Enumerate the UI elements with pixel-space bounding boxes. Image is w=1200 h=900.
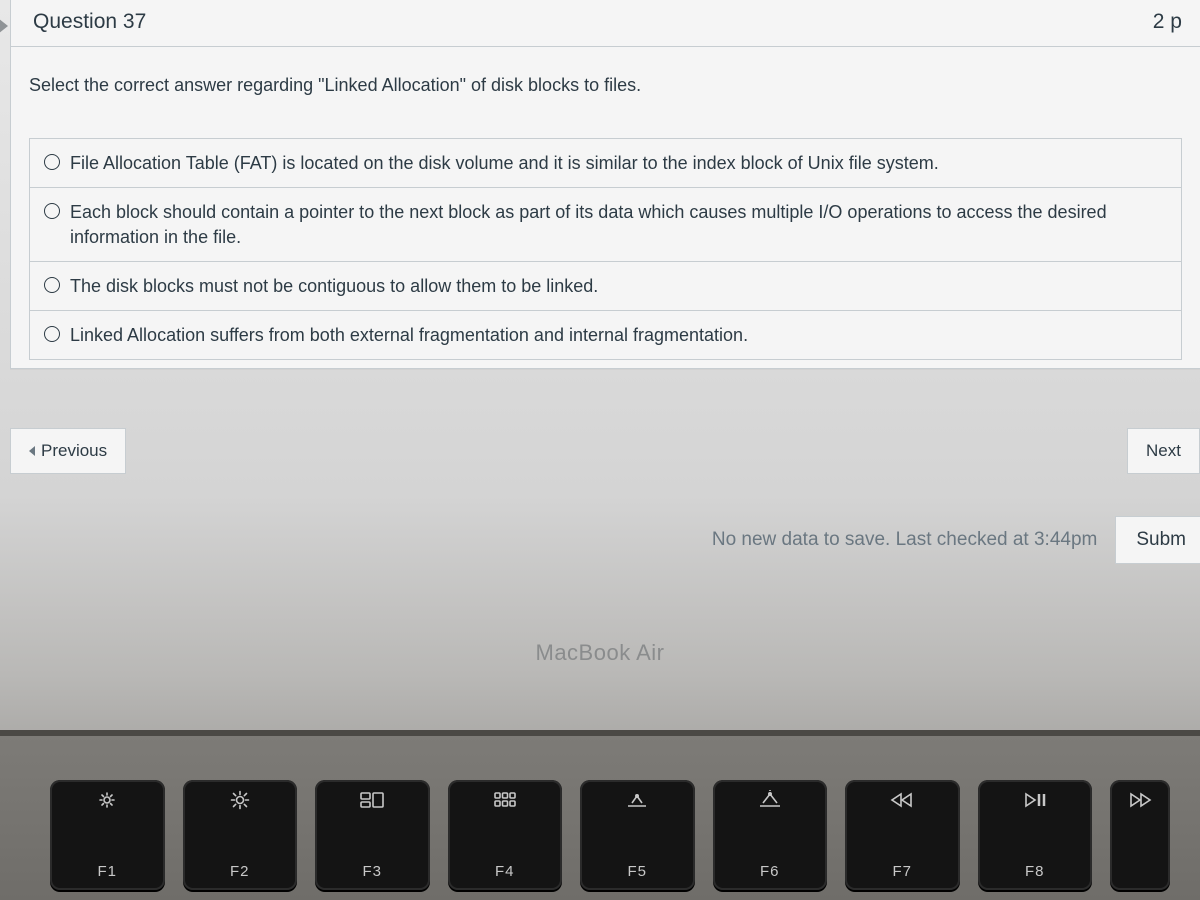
chevron-left-icon xyxy=(29,446,35,456)
keyboard-bright-icon xyxy=(713,790,828,814)
question-prompt: Select the correct answer regarding "Lin… xyxy=(29,75,1182,96)
question-number: Question 37 xyxy=(33,10,146,34)
rewind-icon xyxy=(845,790,960,814)
answer-text: Each block should contain a pointer to t… xyxy=(70,200,1167,249)
previous-label: Previous xyxy=(41,441,107,461)
keyboard-function-row: F1 F2 F3 F4 F5 F6 F7 xyxy=(0,730,1200,900)
answer-text: Linked Allocation suffers from both exte… xyxy=(70,323,748,347)
brightness-down-icon xyxy=(50,790,165,814)
key-label: F4 xyxy=(448,863,563,880)
answer-option[interactable]: Each block should contain a pointer to t… xyxy=(30,188,1181,262)
question-card: Question 37 2 p Select the correct answe… xyxy=(10,0,1200,369)
key-f4: F4 xyxy=(448,780,563,890)
question-body: Select the correct answer regarding "Lin… xyxy=(11,47,1200,368)
key-f5: F5 xyxy=(580,780,695,890)
key-label: F7 xyxy=(845,863,960,880)
answer-text: The disk blocks must not be contiguous t… xyxy=(70,274,598,298)
next-button[interactable]: Next xyxy=(1127,428,1200,474)
keyboard-dim-icon xyxy=(580,790,695,814)
radio-icon[interactable] xyxy=(44,326,60,342)
answer-option[interactable]: Linked Allocation suffers from both exte… xyxy=(30,311,1181,360)
key-label: F1 xyxy=(50,863,165,880)
play-pause-icon xyxy=(978,790,1093,814)
forward-icon xyxy=(1110,790,1170,814)
key-f9-partial xyxy=(1110,780,1170,890)
collapse-chevron-icon[interactable] xyxy=(0,18,8,34)
answer-option[interactable]: The disk blocks must not be contiguous t… xyxy=(30,262,1181,311)
key-f7: F7 xyxy=(845,780,960,890)
radio-icon[interactable] xyxy=(44,203,60,219)
mission-control-icon xyxy=(315,790,430,814)
answer-text: File Allocation Table (FAT) is located o… xyxy=(70,151,939,175)
key-f2: F2 xyxy=(183,780,298,890)
key-f3: F3 xyxy=(315,780,430,890)
submit-quiz-button[interactable]: Subm xyxy=(1115,516,1200,564)
save-status-text: No new data to save. Last checked at 3:4… xyxy=(712,529,1098,551)
question-nav: Previous Next xyxy=(10,428,1200,474)
save-status-row: No new data to save. Last checked at 3:4… xyxy=(10,516,1200,564)
question-header: Question 37 2 p xyxy=(11,0,1200,47)
key-label: F8 xyxy=(978,863,1093,880)
key-label: F2 xyxy=(183,863,298,880)
submit-label: Subm xyxy=(1136,529,1186,550)
key-label: F6 xyxy=(713,863,828,880)
answer-option[interactable]: File Allocation Table (FAT) is located o… xyxy=(30,139,1181,188)
launchpad-icon xyxy=(448,790,563,814)
key-f6: F6 xyxy=(713,780,828,890)
laptop-brand-label: MacBook Air xyxy=(0,640,1200,666)
key-label: F3 xyxy=(315,863,430,880)
next-label: Next xyxy=(1146,441,1181,461)
radio-icon[interactable] xyxy=(44,277,60,293)
key-f8: F8 xyxy=(978,780,1093,890)
key-label: F5 xyxy=(580,863,695,880)
answer-options: File Allocation Table (FAT) is located o… xyxy=(29,138,1182,360)
brightness-up-icon xyxy=(183,790,298,814)
radio-icon[interactable] xyxy=(44,154,60,170)
key-f1: F1 xyxy=(50,780,165,890)
question-points: 2 p xyxy=(1153,10,1182,34)
previous-button[interactable]: Previous xyxy=(10,428,126,474)
